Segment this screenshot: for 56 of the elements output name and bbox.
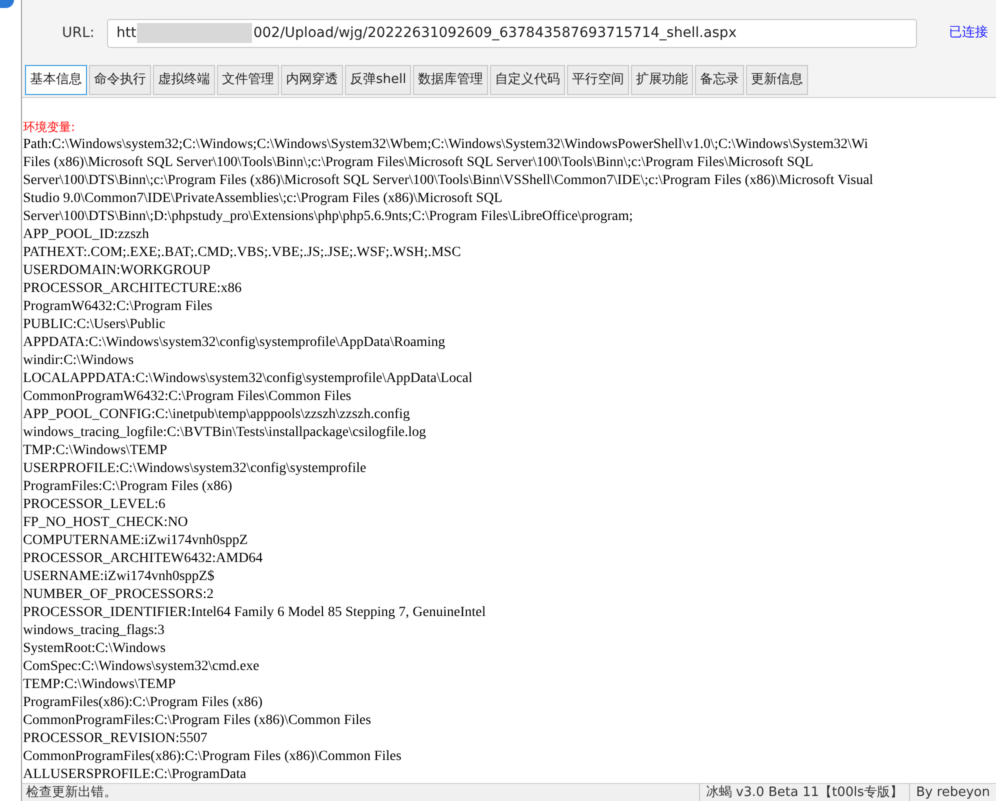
env-line: TMP:C:\Windows\TEMP [23,442,168,460]
section-heading: 环境变量: [23,119,76,136]
status-message: 检查更新出错。 [25,784,117,801]
env-line: windir:C:\Windows [23,352,134,370]
env-line: ProgramFiles(x86):C:\Program Files (x86) [23,694,263,712]
env-line: PATHEXT:.COM;.EXE;.BAT;.CMD;.VBS;.VBE;.JS;.JSE;.WSF;.WSH;.MSC [23,244,461,262]
tab[interactable]: 扩展功能 [631,65,694,95]
env-line: Server\100\DTS\Binn\;c:\Program Files (x86)\Microsoft SQL Server\100\Tools\Binn\VSShell\Common7\IDE\;c:\Program Files (x86)\Microsoft Visual [23,172,874,190]
env-line: windows_tracing_flags:3 [23,622,165,640]
env-line: COMPUTERNAME:iZwi174vnh0sppZ [23,532,248,550]
env-line: NUMBER_OF_PROCESSORS:2 [23,586,214,604]
tab[interactable]: 命令执行 [89,65,151,95]
tab[interactable]: 更新信息 [746,65,808,95]
env-line: ProgramFiles:C:\Program Files (x86) [23,478,232,496]
env-line: Path:C:\Windows\system32;C:\Windows;C:\Windows\System32\Wbem;C:\Windows\System32\WindowsPowerShell\v1.0\;C:\Windows\System32\Wi [23,136,868,154]
env-line: CommonProgramFiles(x86):C:\Program Files (x86)\Common Files [23,748,402,766]
env-line: CommonProgramW6432:C:\Program Files\Common Files [23,388,352,406]
env-line: APPDATA:C:\Windows\system32\config\systemprofile\AppData\Roaming [23,334,446,352]
env-line: PROCESSOR_IDENTIFIER:Intel64 Family 6 Model 85 Stepping 7, GenuineIntel [23,604,486,622]
tab[interactable]: 自定义代码 [490,65,566,95]
env-line: FP_NO_HOST_CHECK:NO [23,514,188,532]
env-line: PROCESSOR_REVISION:5507 [23,730,208,748]
env-line: PROCESSOR_ARCHITECTURE:x86 [23,280,242,298]
env-line: ALLUSERSPROFILE:C:\ProgramData [23,766,246,783]
tab[interactable]: 虚拟终端 [153,65,215,95]
env-line: ProgramW6432:C:\Program Files [23,298,212,316]
env-line: windows_tracing_logfile:C:\BVTBin\Tests\installpackage\csilogfile.log [23,424,426,442]
env-line: USERDOMAIN:WORKGROUP [23,262,210,280]
env-line: USERNAME:iZwi174vnh0sppZ$ [23,568,214,586]
tab[interactable]: 反弹shell [345,65,412,95]
env-line: PROCESSOR_ARCHITEW6432:AMD64 [23,550,263,568]
url-field[interactable]: htt 002/Upload/wjg/20222631092609_637843587693715714_shell.aspx [106,18,916,48]
tab[interactable]: 文件管理 [217,65,279,95]
env-line: APP_POOL_ID:zzszh [23,226,149,244]
env-line: Files (x86)\Microsoft SQL Server\100\Tools\Binn\;c:\Program Files\Microsoft SQL Server\100\Tools\Binn\;c:\Program Files\Microsoft SQL [23,154,814,172]
env-line: USERPROFILE:C:\Windows\system32\config\systemprofile [23,460,366,478]
app-icon [0,0,14,8]
tab[interactable]: 平行空间 [567,65,630,95]
tab[interactable]: 数据库管理 [413,65,488,95]
env-line: ComSpec:C:\Windows\system32\cmd.exe [23,658,260,676]
author-label: By rebeyon [909,782,996,801]
env-line: Server\100\DTS\Binn\;D:\phpstudy_pro\Extensions\php\php5.6.9nts;C:\Program Files\LibreOffice\program; [23,208,633,226]
env-line: Studio 9.0\Common7\IDE\PrivateAssemblies\;c:\Program Files (x86)\Microsoft SQL [23,190,502,208]
env-line: APP_POOL_CONFIG:C:\inetpub\temp\apppools\zzszh\zzszh.config [23,406,410,424]
tab[interactable]: 基本信息 [25,65,87,95]
version-label: 冰蝎 v3.0 Beta 11【t00ls专版】 [698,782,910,801]
env-line: PUBLIC:C:\Users\Public [23,316,166,334]
connection-status: 已连接 [949,24,988,42]
env-line: SystemRoot:C:\Windows [23,640,166,658]
tab[interactable]: 备忘录 [695,65,744,95]
env-line: TEMP:C:\Windows\TEMP [23,676,176,694]
url-label: URL: [62,24,94,42]
env-line: PROCESSOR_LEVEL:6 [23,496,166,514]
tab[interactable]: 内网穿透 [281,65,343,95]
env-line: LOCALAPPDATA:C:\Windows\system32\config\systemprofile\AppData\Local [23,370,472,388]
env-line: CommonProgramFiles:C:\Program Files (x86)\Common Files [23,712,372,730]
